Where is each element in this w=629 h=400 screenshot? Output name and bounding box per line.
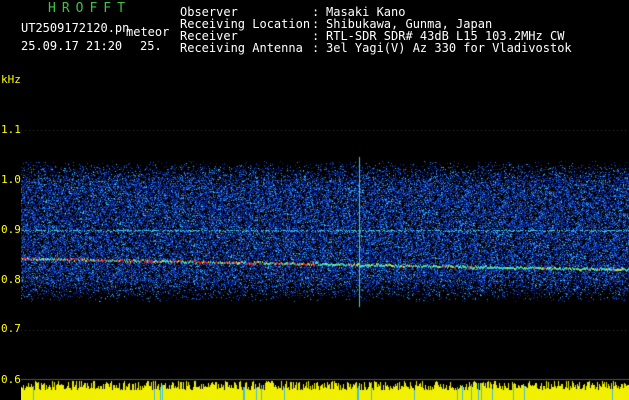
spectrogram-canvas xyxy=(21,72,629,400)
axis-unit: kHz xyxy=(1,73,21,86)
extra-value: 25. xyxy=(140,39,162,53)
file-name: UT2509172120.pn xyxy=(21,21,130,35)
info-key-antenna: Receiving Antenna xyxy=(180,41,303,55)
freq-tick: 0.8 xyxy=(1,273,21,286)
freq-tick: 1.1 xyxy=(1,123,21,136)
freq-tick: 0.9 xyxy=(1,223,21,236)
date-time: 25.09.17 21:20 xyxy=(21,39,123,53)
freq-tick: 0.6 xyxy=(1,373,21,386)
info-colon-3: : xyxy=(312,41,320,55)
mode-label: meteor xyxy=(126,25,170,39)
app-title: HROFFT xyxy=(48,1,131,16)
freq-tick: 0.7 xyxy=(1,322,21,335)
freq-tick: 1.0 xyxy=(1,173,21,186)
info-value-antenna: 3el Yagi(V) Az 330 for Vladivostok xyxy=(326,41,572,55)
